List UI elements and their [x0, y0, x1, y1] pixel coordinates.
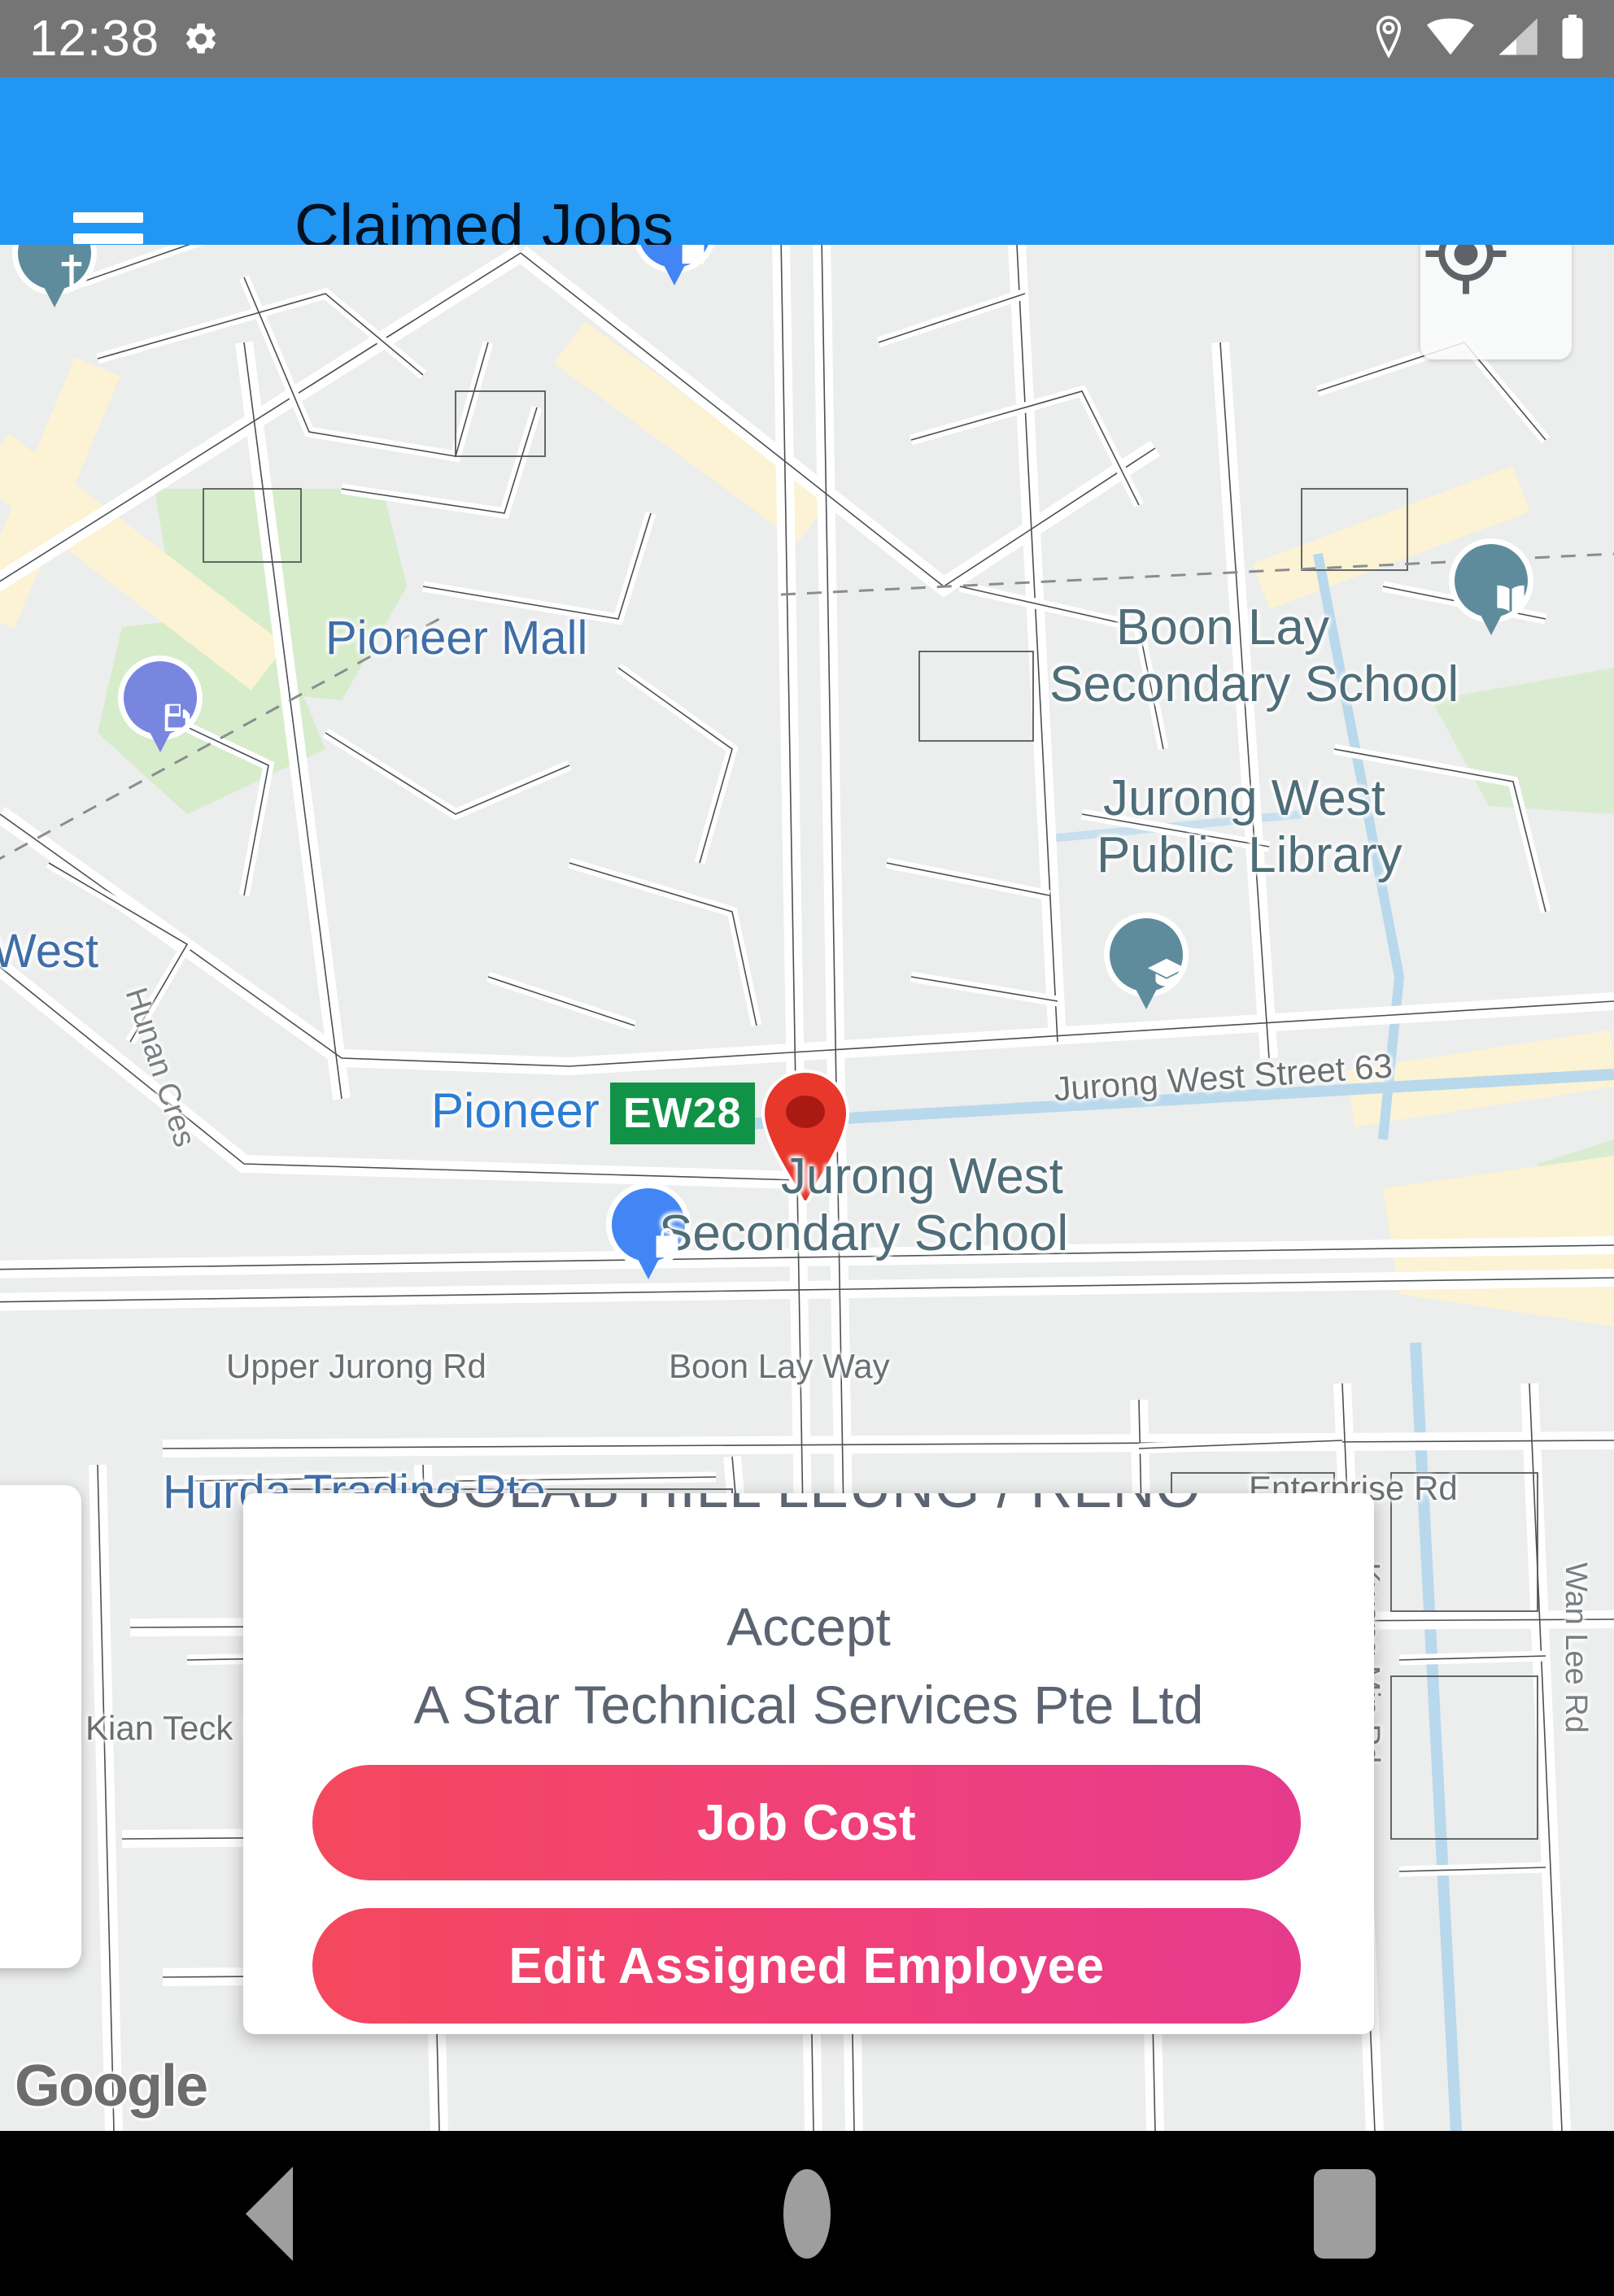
job-detail-dialog: GOLAB HILL LEUNG / RENO Accept A Star Te…	[243, 1493, 1374, 2034]
shopping-pin-hurda-trading[interactable]	[612, 1188, 685, 1279]
google-watermark: Google	[15, 2054, 208, 2119]
status-bar-clock: 12:38	[29, 11, 160, 67]
map-label-jurong-west-sec-1: Jurong West	[781, 1148, 1063, 1205]
wifi-icon	[1427, 18, 1474, 59]
map-label-boon-lay-secondary: Secondary School	[1049, 656, 1459, 712]
map-label-jurong-west-lib-2: Public Library	[1097, 827, 1402, 883]
map-label-boon-lay-way: Boon Lay Way	[669, 1347, 890, 1385]
map-label-pioneer: Pioneer	[431, 1083, 600, 1138]
dialog-accept-label: Accept	[726, 1597, 891, 1657]
status-bar: 12:38	[0, 0, 1614, 77]
church-pin[interactable]	[18, 245, 91, 307]
edit-assigned-employee-button[interactable]: Edit Assigned Employee	[312, 1908, 1301, 2024]
android-navigation-bar	[0, 2131, 1614, 2296]
cellular-signal-icon	[1495, 18, 1539, 59]
map-label-upper-jurong-rd: Upper Jurong Rd	[226, 1347, 486, 1385]
home-circle-icon	[783, 2168, 831, 2259]
map-label-boon-lay: Boon Lay	[1116, 599, 1329, 656]
dialog-title: GOLAB HILL LEUNG / RENO	[243, 1493, 1374, 1521]
battery-icon	[1560, 15, 1585, 63]
map-label-jurong-west-sec-2: Secondary School	[659, 1205, 1069, 1261]
phone-screen: 12:38 Claimed Jobs EW28 Pioneer Mall Boo…	[0, 0, 1614, 2296]
background-card	[0, 1485, 81, 1968]
gas-station-pin[interactable]	[124, 661, 197, 752]
shopping-pin-pioneer-mall[interactable]	[638, 245, 711, 285]
location-pin-icon	[1372, 15, 1406, 63]
gear-icon	[182, 20, 220, 58]
library-pin-jurong-west[interactable]	[1455, 544, 1528, 635]
map-label-pioneer-mall: Pioneer Mall	[325, 612, 588, 664]
map-label-wan-lee-rd: Wan Lee Rd	[1559, 1562, 1593, 1733]
back-nav-button[interactable]	[180, 2131, 359, 2296]
recents-square-icon	[1314, 2168, 1376, 2259]
my-location-button[interactable]	[1420, 245, 1572, 359]
map-label-west: West	[0, 925, 99, 978]
home-nav-button[interactable]	[718, 2131, 896, 2296]
school-pin-jurong-west[interactable]	[1110, 918, 1186, 1009]
dialog-company-name: A Star Technical Services Pte Ltd	[413, 1675, 1204, 1735]
back-triangle-icon	[245, 2166, 293, 2261]
app-bar: Claimed Jobs	[0, 77, 1614, 288]
map-label-jurong-west-lib-1: Jurong West	[1103, 770, 1385, 826]
mrt-station-badge: EW28	[610, 1083, 755, 1144]
job-cost-button[interactable]: Job Cost	[312, 1765, 1301, 1880]
recents-nav-button[interactable]	[1255, 2131, 1434, 2296]
status-bar-icons	[1372, 15, 1585, 63]
